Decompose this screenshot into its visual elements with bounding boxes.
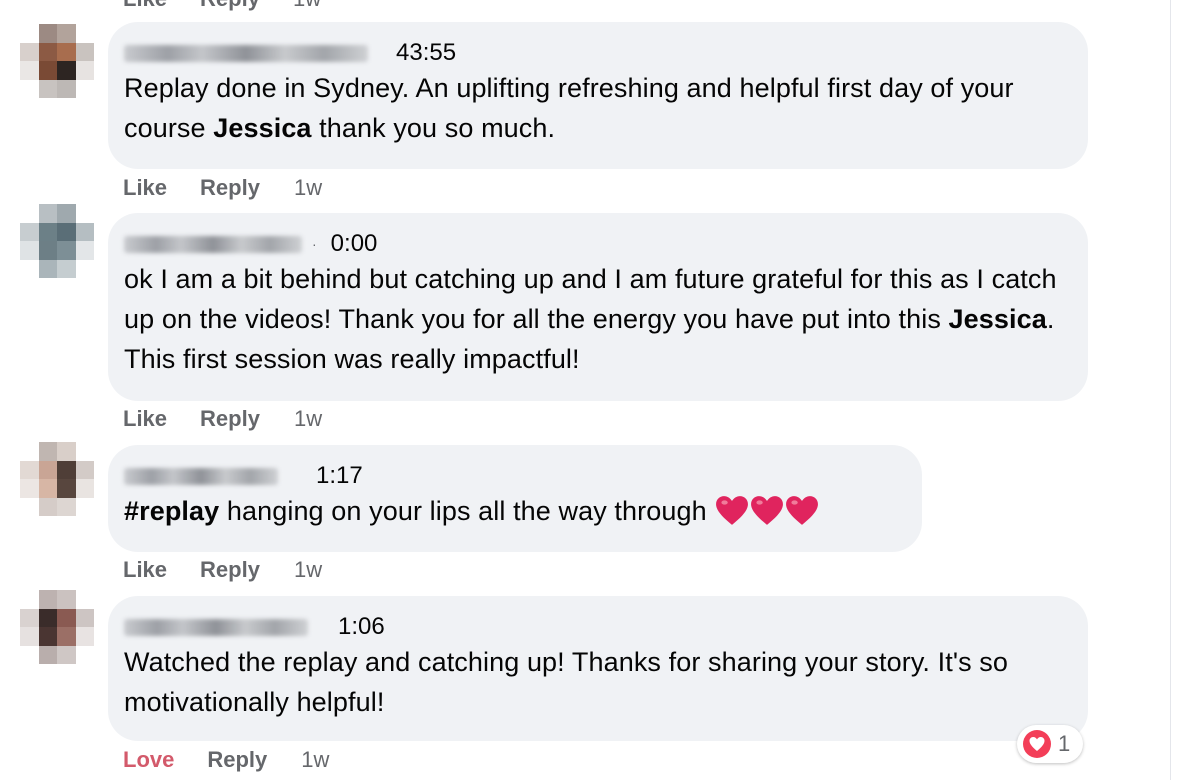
comment-text: ok I am a bit behind but catching up and… bbox=[124, 264, 1057, 374]
comment-bubble: 1:17 #replay hanging on your lips all th… bbox=[108, 445, 922, 552]
comment-actions: Like Reply 1w bbox=[123, 175, 322, 201]
mention-link[interactable]: Jessica bbox=[213, 113, 311, 143]
avatar[interactable] bbox=[20, 442, 94, 516]
avatar[interactable] bbox=[20, 590, 94, 664]
reply-button[interactable]: Reply bbox=[207, 747, 267, 773]
reaction-count: 1 bbox=[1058, 731, 1071, 756]
comment-age[interactable]: 1w bbox=[301, 747, 329, 773]
commenter-name[interactable] bbox=[124, 618, 308, 636]
video-timestamp[interactable]: 43:55 bbox=[396, 39, 456, 67]
red-heart-icon bbox=[785, 496, 818, 525]
comment-bubble: 1:06 Watched the replay and catching up!… bbox=[108, 596, 1088, 741]
avatar[interactable] bbox=[20, 24, 94, 98]
like-button[interactable]: Like bbox=[123, 557, 167, 583]
like-button[interactable]: Like bbox=[123, 406, 167, 432]
comment-bubble: 43:55 Replay done in Sydney. An upliftin… bbox=[108, 22, 1088, 169]
like-button[interactable]: Like bbox=[123, 0, 167, 12]
hashtag-link[interactable]: #replay bbox=[124, 496, 219, 526]
like-button[interactable]: Like bbox=[123, 175, 167, 201]
comment-age[interactable]: 1w bbox=[294, 175, 322, 201]
mention-link[interactable]: Jessica bbox=[949, 304, 1047, 334]
comment-actions: Like Reply 1w bbox=[123, 406, 322, 432]
love-button[interactable]: Love bbox=[123, 747, 174, 773]
commenter-name[interactable] bbox=[124, 235, 302, 253]
reply-button[interactable]: Reply bbox=[200, 175, 260, 201]
comment-age[interactable]: 1w bbox=[294, 557, 322, 583]
reply-button[interactable]: Reply bbox=[200, 406, 260, 432]
comment-text: #replay hanging on your lips all the way… bbox=[124, 491, 906, 531]
reply-button[interactable]: Reply bbox=[200, 557, 260, 583]
video-timestamp[interactable]: 0:00 bbox=[331, 230, 378, 258]
heart-emoji-group bbox=[715, 495, 820, 527]
previous-comment-actions: Like Reply 1w bbox=[123, 0, 321, 12]
comment-text: Watched the replay and catching up! Than… bbox=[124, 647, 1009, 717]
comment-actions: Love Reply 1w bbox=[123, 747, 329, 773]
comment-bubble: · 0:00 ok I am a bit behind but catching… bbox=[108, 213, 1088, 401]
commenter-name[interactable] bbox=[124, 467, 278, 485]
avatar[interactable] bbox=[20, 204, 94, 278]
scrollbar[interactable] bbox=[1170, 0, 1184, 780]
commenter-name[interactable] bbox=[124, 44, 368, 62]
separator-dot: · bbox=[312, 236, 317, 252]
red-heart-icon bbox=[715, 496, 748, 525]
video-timestamp[interactable]: 1:06 bbox=[338, 613, 385, 641]
reply-button[interactable]: Reply bbox=[200, 0, 260, 12]
video-timestamp[interactable]: 1:17 bbox=[316, 462, 363, 490]
love-heart-icon bbox=[1023, 730, 1051, 758]
red-heart-icon bbox=[750, 496, 783, 525]
comment-text: Replay done in Sydney. An uplifting refr… bbox=[124, 73, 1014, 143]
comment-age[interactable]: 1w bbox=[294, 406, 322, 432]
comment-age: 1w bbox=[293, 0, 321, 12]
comment-actions: Like Reply 1w bbox=[123, 557, 322, 583]
reaction-summary[interactable]: 1 bbox=[1017, 725, 1083, 763]
